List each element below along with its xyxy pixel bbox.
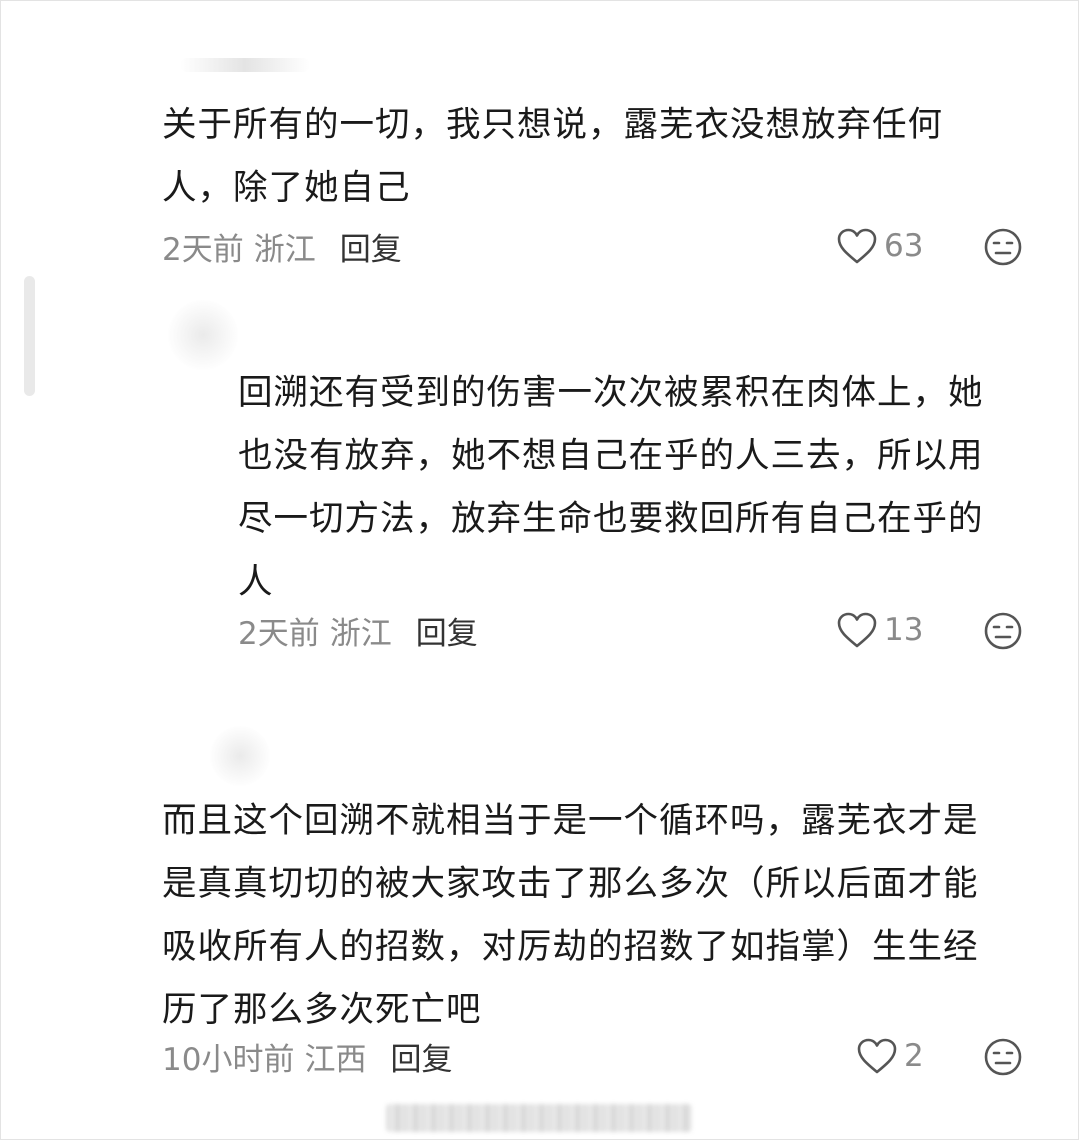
reply-button[interactable]: 回复 (416, 608, 478, 653)
comment-time: 2天前 (238, 615, 320, 652)
like-button[interactable]: 63 (836, 224, 923, 268)
neutral-face-icon (984, 1038, 1022, 1076)
heart-outline-icon (857, 1038, 897, 1074)
comment-meta: 2天前 浙江 回复 (238, 608, 478, 652)
neutral-face-icon (984, 228, 1022, 266)
comment-text: 回溯还有受到的伤害一次次被累积在肉体上，她也没有放弃，她不想自己在乎的人三去，所… (238, 373, 984, 602)
comment-location: 浙江 (253, 231, 316, 268)
comment-meta: 10小时前 江西 回复 (162, 1034, 452, 1078)
comment-time: 10小时前 (162, 1041, 295, 1078)
neutral-face-icon (984, 612, 1022, 650)
comment-text: 而且这个回溯不就相当于是一个循环吗，露芜衣才是是真真切切的被大家攻击了那么多次（… (162, 801, 979, 1030)
like-button[interactable]: 2 (856, 1034, 924, 1078)
like-count: 63 (884, 228, 924, 264)
heart-outline-icon (837, 612, 877, 648)
dislike-button[interactable] (983, 1037, 1023, 1077)
avatar-blurred[interactable] (210, 726, 270, 786)
like-count: 2 (904, 1038, 924, 1074)
comment-meta: 2天前 浙江 回复 (162, 224, 402, 268)
avatar-blurred[interactable] (168, 300, 238, 370)
reply-button[interactable]: 回复 (340, 224, 402, 269)
comment-location: 浙江 (329, 615, 392, 652)
dislike-button[interactable] (983, 611, 1023, 651)
username-blurred[interactable] (180, 58, 310, 72)
comment-location: 江西 (304, 1041, 367, 1078)
heart-outline-icon (837, 228, 877, 264)
blurred-footer-text (386, 1104, 692, 1132)
like-count: 13 (884, 612, 924, 648)
comment-time: 2天前 (162, 231, 244, 268)
dislike-button[interactable] (983, 227, 1023, 267)
scroll-indicator[interactable] (24, 276, 35, 396)
like-button[interactable]: 13 (836, 608, 923, 652)
reply-button[interactable]: 回复 (390, 1034, 452, 1079)
comment-text: 关于所有的一切，我只想说，露芜衣没想放弃任何人，除了她自己 (162, 105, 943, 208)
